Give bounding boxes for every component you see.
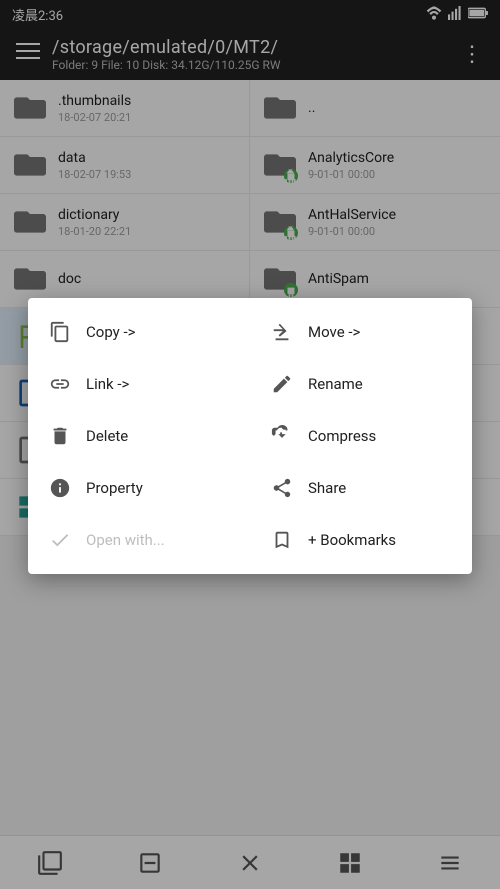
delete-menu-item[interactable]: Delete <box>28 410 250 462</box>
share-icon <box>270 476 294 500</box>
openwith-icon <box>48 528 72 552</box>
copy-icon <box>48 320 72 344</box>
link-menu-item[interactable]: Link -> <box>28 358 250 410</box>
rename-label: Rename <box>308 375 363 393</box>
bookmarks-label: + Bookmarks <box>308 531 396 549</box>
property-label: Property <box>86 479 143 497</box>
delete-icon <box>48 424 72 448</box>
menu-grid: Copy -> Move -> Link -> <box>28 306 472 566</box>
copy-label: Copy -> <box>86 323 135 341</box>
rename-icon <box>270 372 294 396</box>
rename-menu-item[interactable]: Rename <box>250 358 472 410</box>
move-label: Move -> <box>308 323 360 341</box>
copy-menu-item[interactable]: Copy -> <box>28 306 250 358</box>
compress-icon <box>270 424 294 448</box>
openwith-label: Open with... <box>86 531 165 549</box>
compress-menu-item[interactable]: Compress <box>250 410 472 462</box>
link-label: Link -> <box>86 375 129 393</box>
bookmarks-menu-item[interactable]: + Bookmarks <box>250 514 472 566</box>
share-label: Share <box>308 479 346 497</box>
bookmarks-icon <box>270 528 294 552</box>
share-menu-item[interactable]: Share <box>250 462 472 514</box>
move-menu-item[interactable]: Move -> <box>250 306 472 358</box>
link-icon <box>48 372 72 396</box>
context-menu: Copy -> Move -> Link -> <box>28 298 472 574</box>
compress-label: Compress <box>308 427 376 445</box>
delete-label: Delete <box>86 427 128 445</box>
property-menu-item[interactable]: Property <box>28 462 250 514</box>
property-icon <box>48 476 72 500</box>
openwith-menu-item[interactable]: Open with... <box>28 514 250 566</box>
move-icon <box>270 320 294 344</box>
